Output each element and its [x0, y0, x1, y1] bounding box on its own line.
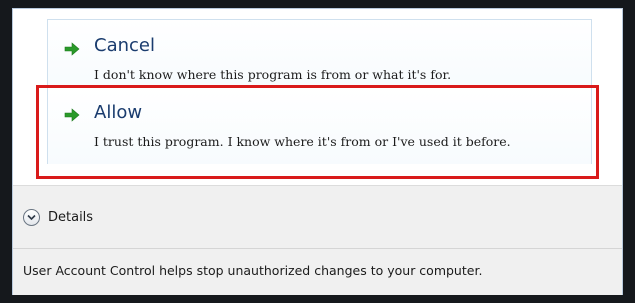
cancel-option-description: I don't know where this program is from …	[94, 67, 452, 82]
green-arrow-icon	[64, 42, 80, 56]
chevron-down-icon	[27, 214, 36, 220]
green-arrow-icon	[64, 108, 80, 122]
allow-option-title: Allow	[94, 102, 143, 123]
allow-option[interactable]: Allow I trust this program. I know where…	[47, 88, 592, 164]
options-area: Cancel I don't know where this program i…	[13, 9, 622, 185]
details-label[interactable]: Details	[48, 210, 93, 225]
lower-panel: Details User Account Control helps stop …	[13, 185, 622, 295]
panel-divider	[13, 248, 622, 249]
screen-frame: Cancel I don't know where this program i…	[0, 0, 635, 303]
allow-option-description: I trust this program. I know where it's …	[94, 134, 511, 149]
chevron-down-circle-icon[interactable]	[23, 208, 40, 226]
details-toggle[interactable]: Details	[23, 207, 93, 227]
cancel-option[interactable]: Cancel I don't know where this program i…	[47, 19, 592, 88]
uac-info-text: User Account Control helps stop unauthor…	[23, 263, 483, 278]
cancel-option-title: Cancel	[94, 35, 155, 56]
uac-dialog: Cancel I don't know where this program i…	[12, 8, 623, 295]
